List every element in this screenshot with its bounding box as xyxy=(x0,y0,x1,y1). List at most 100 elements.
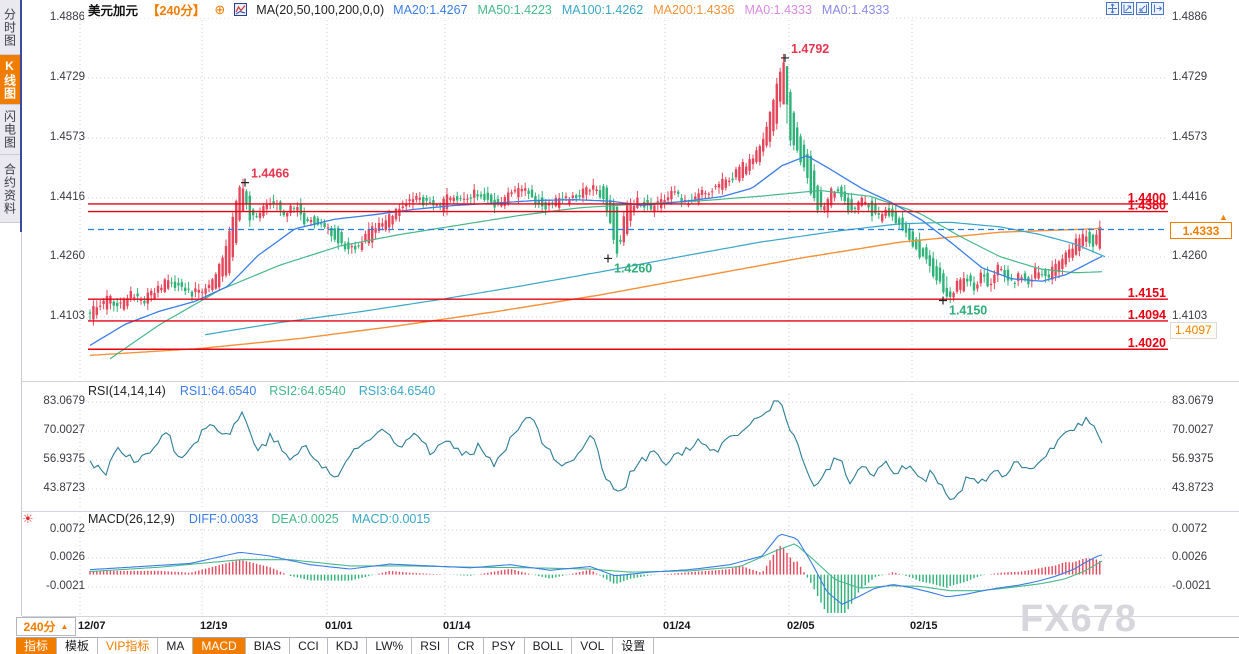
symbol-title: 美元加元 xyxy=(88,0,138,19)
price-axis-label-left: 1.4729 xyxy=(28,71,85,83)
bottom-tab-7[interactable]: CCI xyxy=(290,638,328,654)
sidebar-tab-3[interactable]: 闪电图 xyxy=(0,105,20,155)
macd-axis-label-right: 0.0026 xyxy=(1172,551,1234,563)
rsi-axis-label-left: 56.9375 xyxy=(28,453,85,465)
secondary-price-tag: 1.4097 xyxy=(1170,322,1217,339)
sidebar-tab-4[interactable]: 合约资料 xyxy=(0,155,20,223)
macd-layer xyxy=(90,534,1102,613)
ma-value-6: MA0:1.4333 xyxy=(822,3,889,17)
rsi-axis-label-left: 83.0679 xyxy=(28,395,85,407)
panel-divider xyxy=(22,381,1239,382)
price-annotation: 1.4260 xyxy=(614,261,652,275)
bottom-tab-6[interactable]: BIAS xyxy=(246,638,290,654)
level-label: 1.4020 xyxy=(1128,336,1166,350)
rsi-axis-label-left: 43.8723 xyxy=(28,482,85,494)
bottom-tab-3[interactable]: VIP指标 xyxy=(98,638,158,654)
chart-header: 美元加元 【240分】 ⊕ MA(20,50,100,200,0,0) MA20… xyxy=(84,1,893,18)
price-annotation: 1.4792 xyxy=(791,42,829,56)
sidebar-separator-lower xyxy=(21,232,22,616)
macd-axis-label-left: 0.0072 xyxy=(28,523,85,535)
price-axis-label-left: 1.4573 xyxy=(28,131,85,143)
chart-toolbar xyxy=(1106,2,1164,15)
macd-value-1: DIFF:0.0033 xyxy=(189,512,258,526)
rsi-value-2: RSI2:64.6540 xyxy=(269,384,345,398)
price-axis-label-left: 1.4886 xyxy=(28,11,85,23)
x-axis-date-label: 02/15 xyxy=(910,620,938,632)
price-up-arrow-icon: ▲ xyxy=(1219,212,1228,222)
rsi-axis-label-right: 83.0679 xyxy=(1172,395,1234,407)
ma-value-3: MA100:1.4262 xyxy=(562,3,643,17)
macd-axis-label-left: -0.0021 xyxy=(28,580,85,592)
x-axis-date-label: 01/14 xyxy=(443,620,471,632)
macd-axis-label-left: 0.0026 xyxy=(28,551,85,563)
fit-horizontal-icon[interactable] xyxy=(1121,2,1134,15)
price-axis-label-right: 1.4103 xyxy=(1172,310,1234,322)
ma-value-2: MA50:1.4223 xyxy=(478,3,552,17)
x-axis-date-label: 02/05 xyxy=(787,620,815,632)
bottom-tab-11[interactable]: CR xyxy=(449,638,483,654)
price-axis-label-right: 1.4573 xyxy=(1172,131,1234,143)
rsi-axis-label-right: 70.0027 xyxy=(1172,424,1234,436)
price-annotation: 1.4150 xyxy=(949,304,987,318)
macd-axis-label-right: 0.0072 xyxy=(1172,523,1234,535)
level-label: 1.4151 xyxy=(1128,286,1166,300)
bottom-tab-15[interactable]: 设置 xyxy=(613,638,654,654)
rsi-value-1: RSI1:64.6540 xyxy=(180,384,256,398)
macd-title: MACD(26,12,9) xyxy=(88,512,175,526)
ma-settings-label: MA(20,50,100,200,0,0) xyxy=(256,3,384,17)
macd-value-2: DEA:0.0025 xyxy=(271,512,338,526)
add-indicator-icon[interactable]: ⊕ xyxy=(214,2,225,18)
price-axis-label-right: 1.4886 xyxy=(1172,11,1234,23)
bottom-tab-14[interactable]: VOL xyxy=(572,638,613,654)
rsi-axis-label-right: 56.9375 xyxy=(1172,453,1234,465)
sun-icon[interactable]: ☀ xyxy=(22,511,34,527)
fit-vertical-icon[interactable] xyxy=(1136,2,1149,15)
rsi-value-3: RSI3:64.6540 xyxy=(359,384,435,398)
bottom-tab-2[interactable]: 模板 xyxy=(57,638,98,654)
x-axis-date-label: 01/24 xyxy=(663,620,691,632)
indicator-tabbar: 指标模板VIP指标MAMACDBIASCCIKDJLW%RSICRPSYBOLL… xyxy=(16,637,1239,654)
rsi-panel-header: RSI(14,14,14) RSI1:64.6540 RSI2:64.6540 RS… xyxy=(88,384,443,398)
pan-tool-icon[interactable] xyxy=(1106,2,1119,15)
x-axis-date-label: 12/19 xyxy=(200,620,228,632)
price-axis-label-left: 1.4103 xyxy=(28,310,85,322)
sidebar-separator xyxy=(20,0,22,232)
sidebar: 分时图K线图闪电图合约资料 xyxy=(0,0,20,654)
level-label: 1.4094 xyxy=(1128,308,1166,322)
scroll-right-icon[interactable] xyxy=(1151,2,1164,15)
bottom-tab-1[interactable]: 指标 xyxy=(16,638,57,654)
ma-value-4: MA200:1.4336 xyxy=(653,3,734,17)
bottom-tab-9[interactable]: LW% xyxy=(367,638,412,654)
ma-value-5: MA0:1.4333 xyxy=(745,3,812,17)
interval-label[interactable]: 【240分】 xyxy=(147,0,205,19)
sidebar-tab-2[interactable]: K线图 xyxy=(0,55,20,105)
price-axis-label-right: 1.4729 xyxy=(1172,71,1234,83)
macd-panel-header: MACD(26,12,9) DIFF:0.0033DEA:0.0025MACD:… xyxy=(88,512,438,526)
trading-terminal: FX678 1.44001.43801.41511.40941.40201.47… xyxy=(0,0,1239,654)
level-label: 1.4380 xyxy=(1128,199,1166,213)
sidebar-tab-1[interactable]: 分时图 xyxy=(0,0,20,55)
price-axis-label-right: 1.4260 xyxy=(1172,250,1234,262)
x-axis-date-label: 12/07 xyxy=(78,620,106,632)
price-annotation: 1.4466 xyxy=(251,167,289,181)
last-price-tag: 1.4333 xyxy=(1170,222,1232,239)
interval-selector-label: 240分 xyxy=(24,618,56,635)
rsi-layer xyxy=(90,401,1102,500)
price-axis-label-left: 1.4416 xyxy=(28,191,85,203)
chart-canvas[interactable]: 1.44001.43801.41511.40941.40201.47921.44… xyxy=(0,0,1239,654)
chart-type-icon[interactable] xyxy=(234,3,247,16)
rsi-title: RSI(14,14,14) xyxy=(88,384,166,398)
bottom-tab-12[interactable]: PSY xyxy=(484,638,525,654)
bottom-tab-4[interactable]: MA xyxy=(158,638,193,654)
bottom-tab-10[interactable]: RSI xyxy=(412,638,449,654)
bottom-tab-8[interactable]: KDJ xyxy=(328,638,368,654)
panel-divider xyxy=(22,616,1239,617)
ma-value-1: MA20:1.4267 xyxy=(393,3,467,17)
interval-arrow-icon: ▲ xyxy=(61,622,69,631)
interval-selector[interactable]: 240分 ▲ xyxy=(16,617,76,636)
bottom-tab-13[interactable]: BOLL xyxy=(525,638,573,654)
bottom-tab-5[interactable]: MACD xyxy=(193,638,245,654)
price-axis-label-left: 1.4260 xyxy=(28,250,85,262)
price-axis-label-right: 1.4416 xyxy=(1172,191,1234,203)
rsi-axis-label-left: 70.0027 xyxy=(28,424,85,436)
